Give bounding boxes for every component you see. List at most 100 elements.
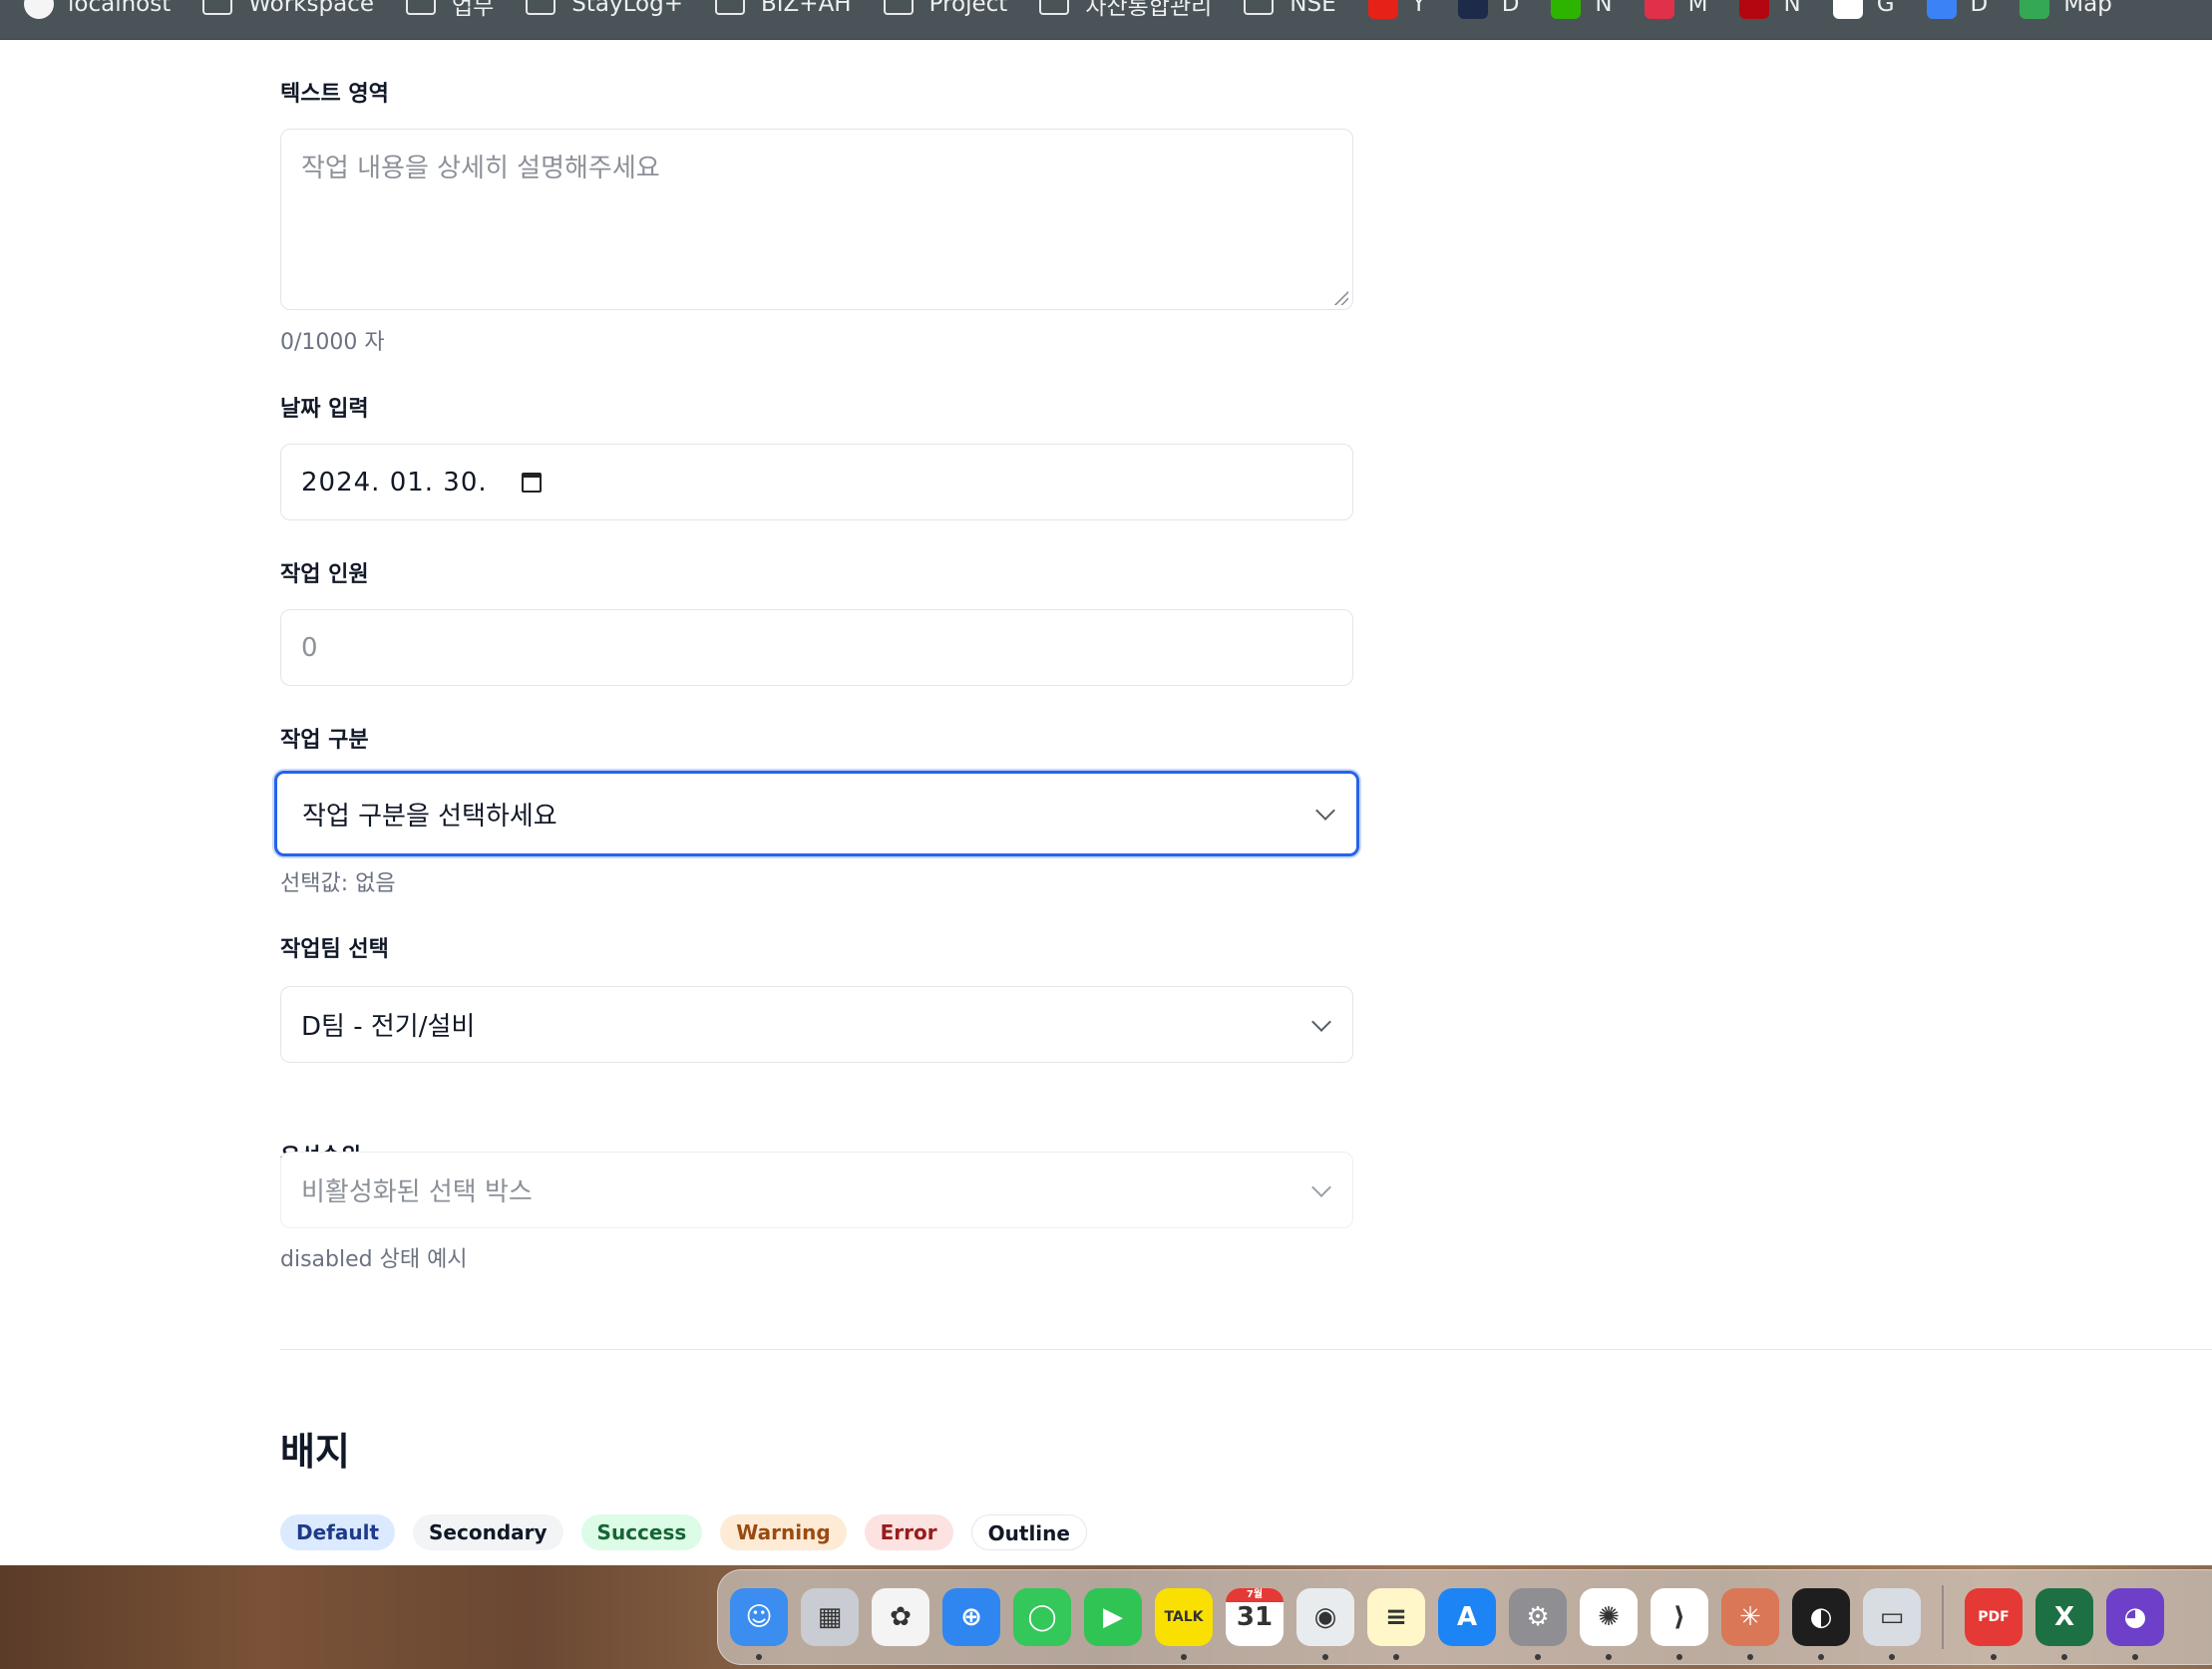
maps-icon [2020,0,2050,19]
bookmark-label: D [1970,0,1989,17]
chevron-down-icon [1315,801,1335,821]
d-icon [1457,0,1488,19]
bookmark-label: StayLog+ [571,0,683,17]
category-helper: 선택값: 없음 [280,871,396,896]
folder-icon [202,0,233,15]
app-glyph: ◯ [1027,1602,1057,1632]
app-glyph: ⊕ [960,1602,982,1632]
running-indicator [1181,1654,1187,1660]
chrome-icon[interactable]: ◉ [1296,1588,1354,1660]
excel-icon[interactable]: X [2035,1588,2093,1660]
priority-value: 비활성화된 선택 박스 [301,1177,533,1207]
bookmark-label: Y [1411,0,1426,17]
team-select[interactable]: D팀 - 전기/설비 [280,986,1353,1063]
bookmark-item[interactable]: Workspace [202,0,374,17]
notes-icon[interactable]: ≡ [1367,1588,1425,1660]
running-indicator [756,1654,762,1660]
badge-success: Success [580,1514,703,1550]
folder-icon [714,0,745,15]
badge-warning: Warning [720,1514,847,1550]
youtube-icon [1367,0,1398,19]
description-textarea[interactable]: 작업 내용을 상세히 설명해주세요 [280,129,1353,310]
bookmark-item[interactable]: G [1832,0,1895,19]
category-label: 작업 구분 [280,728,369,753]
appstore-icon[interactable]: A [1438,1588,1496,1646]
claude-icon[interactable]: ✳ [1721,1588,1779,1660]
bookmark-item[interactable]: Map [2020,0,2112,19]
bookmark-item[interactable]: Y [1367,0,1426,19]
bookmark-item[interactable]: localhost [24,0,171,19]
google-icon [1832,0,1863,19]
app-glyph: A [1456,1602,1478,1632]
workers-label: 작업 인원 [280,562,369,587]
team-label: 작업팀 선택 [280,937,389,962]
app-glyph: ⟩ [1673,1602,1685,1632]
folder-icon [1244,0,1275,15]
bookmarks-bar: localhost Workspace 업무 StayLog+ BIZ+AH Projec… [0,0,2212,40]
workers-placeholder: 0 [301,632,318,663]
running-indicator [1393,1654,1399,1660]
app-glyph: ▶ [1103,1602,1123,1632]
settings-icon[interactable]: ⚙ [1509,1588,1567,1660]
bookmark-label: N [1595,0,1613,17]
messages-icon[interactable]: ◯ [1013,1588,1071,1646]
bookmark-label: Workspace [248,0,374,17]
vscode-icon[interactable]: ⟩ [1651,1588,1708,1660]
finder-icon[interactable]: ☺ [730,1588,788,1660]
running-indicator [1991,1654,1997,1660]
bookmark-label: M [1687,0,1708,17]
bookmark-item[interactable]: BIZ+AH [714,0,852,17]
chevron-down-icon [1311,1011,1331,1032]
chevron-down-icon [1311,1176,1331,1197]
m-icon [1644,0,1674,19]
facetime-icon[interactable]: ▶ [1084,1588,1142,1646]
bookmark-label: Map [2063,0,2112,17]
calendar-icon[interactable]: 31 7월 [1226,1588,1284,1646]
app-glyph: PDF [1978,1609,2010,1625]
running-indicator [1818,1654,1824,1660]
bookmark-item[interactable]: NSE [1244,0,1336,17]
resize-handle-icon[interactable] [1332,289,1348,305]
running-indicator [2132,1654,2138,1660]
app-glyph: ▭ [1879,1602,1905,1632]
priority-helper: disabled 상태 예시 [280,1247,468,1272]
category-select[interactable]: 작업 구분을 선택하세요 [274,771,1359,856]
bookmark-item[interactable]: StayLog+ [526,0,683,17]
running-indicator [1535,1654,1541,1660]
workers-input[interactable]: 0 [280,609,1353,686]
char-counter: 0/1000 자 [280,330,385,355]
drive-icon [1926,0,1957,19]
calendar-icon[interactable] [521,472,542,493]
github-icon[interactable]: ◕ [2106,1588,2164,1660]
bookmark-label: NSE [1290,0,1336,17]
bookmark-item[interactable]: 자산통합관리 [1039,0,1212,21]
preview-icon[interactable]: ▭ [1863,1588,1921,1660]
app-glyph: TALK [1164,1609,1204,1625]
bookmark-item[interactable]: Project [883,0,1007,17]
textarea-placeholder: 작업 내용을 상세히 설명해주세요 [301,154,660,183]
date-input[interactable]: 2024. 01. 30. [280,444,1353,520]
app-glyph: ▦ [817,1602,843,1632]
team-value: D팀 - 전기/설비 [301,1012,476,1042]
folder-icon [883,0,914,15]
app-glyph: ◉ [1313,1602,1337,1632]
kakaotalk-icon[interactable]: TALK [1155,1588,1213,1660]
figma-icon[interactable]: ◐ [1792,1588,1850,1660]
app-glyph: ≡ [1385,1602,1407,1632]
bookmark-item[interactable]: D [1457,0,1520,19]
running-indicator [1322,1654,1328,1660]
launchpad-icon[interactable]: ▦ [801,1588,859,1646]
bookmark-item[interactable]: 업무 [405,0,494,21]
bookmark-item[interactable]: N [1551,0,1613,19]
pdf-icon[interactable]: PDF [1965,1588,2023,1660]
chatgpt-icon[interactable]: ✺ [1580,1588,1638,1660]
bookmark-item[interactable]: N [1739,0,1801,19]
bookmark-label: 자산통합관리 [1085,0,1213,20]
badge-outline: Outline [970,1514,1087,1550]
bookmark-label: D [1501,0,1520,17]
photos-icon[interactable]: ✿ [872,1588,929,1646]
bookmark-item[interactable]: D [1926,0,1989,19]
bookmark-item[interactable]: M [1644,0,1708,19]
app-glyph: ✿ [890,1602,912,1632]
safari-icon[interactable]: ⊕ [942,1588,1000,1646]
